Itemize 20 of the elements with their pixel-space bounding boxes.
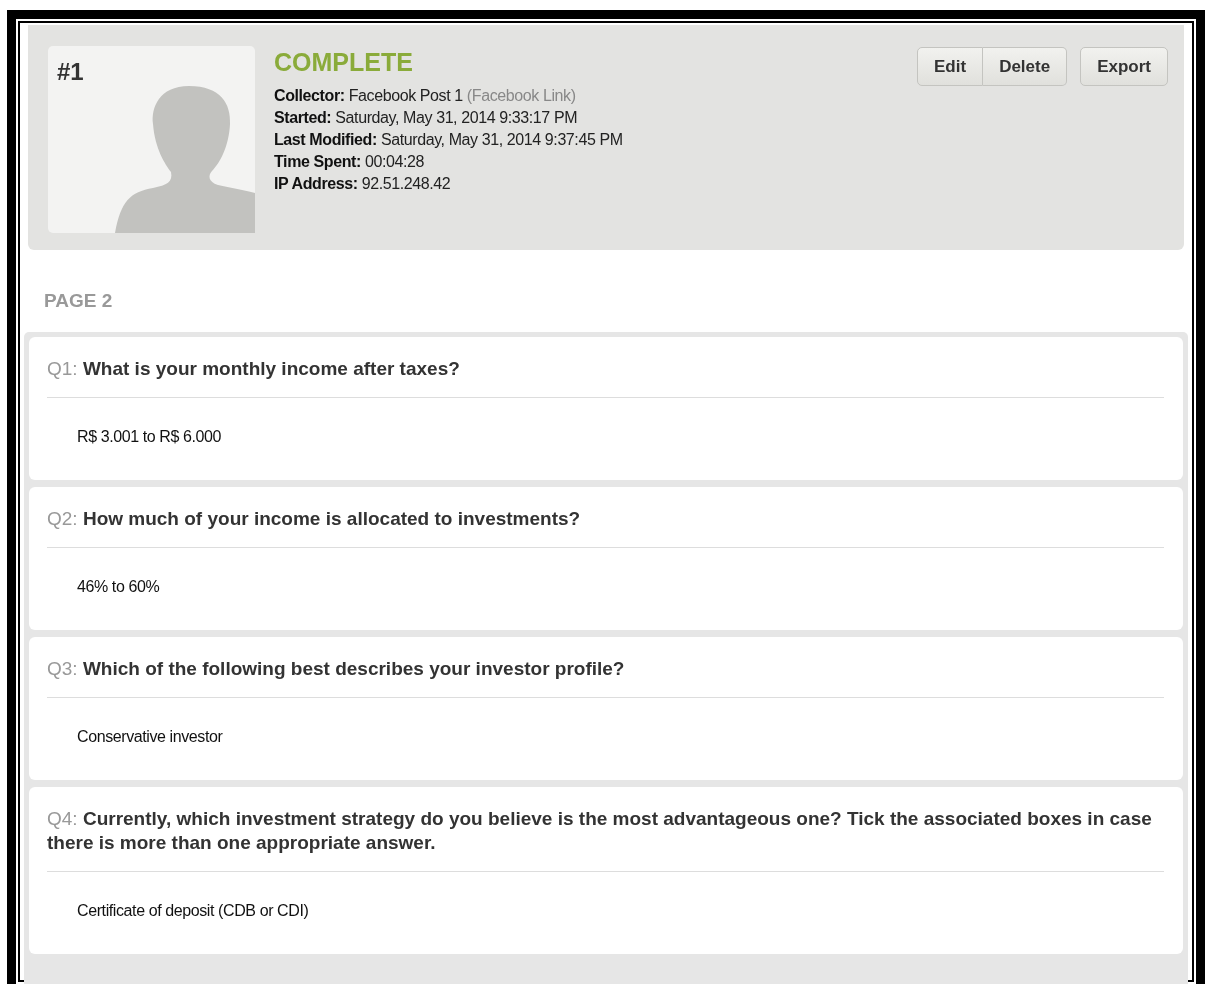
answer-text: 46% to 60% [77, 578, 160, 595]
detail-line: Time Spent: 00:04:28 [274, 152, 424, 172]
status-label: COMPLETE [274, 48, 413, 77]
answer-text: Certificate of deposit (CDB or CDI) [77, 902, 309, 919]
export-button[interactable]: Export [1080, 47, 1168, 86]
collector-line: Collector: Facebook Post 1 (Facebook Link) [274, 86, 576, 106]
question-text: Q3: Which of the following best describes your investor profile? [47, 637, 1164, 698]
detail-line: IP Address: 92.51.248.42 [274, 174, 451, 194]
answer-text: R$ 3.001 to R$ 6.000 [77, 428, 222, 445]
answer-text: Conservative investor [77, 728, 223, 745]
detail-line: Last Modified: Saturday, May 31, 2014 9:37:45 PM [274, 130, 623, 150]
detail-line: Started: Saturday, May 31, 2014 9:33:17 PM [274, 108, 578, 128]
response-number: #1 [57, 58, 84, 86]
person-silhouette-icon [115, 86, 255, 233]
page-title: PAGE 2 [44, 290, 113, 312]
action-button[interactable]: Delete [983, 47, 1068, 86]
question-text: Q1: What is your monthly income after taxes? [47, 337, 1164, 398]
action-button[interactable]: Edit [917, 47, 984, 86]
question-text: Q4: Currently, which investment strategy do you believe is the most advantageous one? Tick the associated boxes in case there is more than one appropriate answer. [47, 787, 1164, 872]
question-text: Q2: How much of your income is allocated to investments? [47, 487, 1164, 548]
